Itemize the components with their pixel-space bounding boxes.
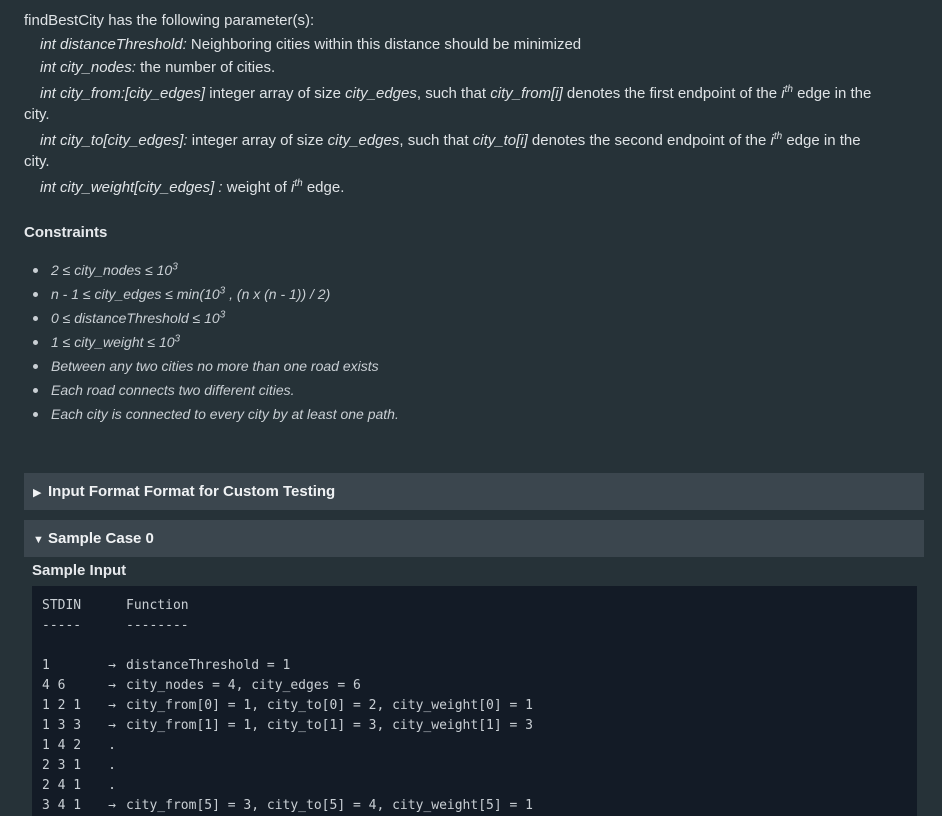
sample-case-toggle[interactable]: ▼ Sample Case 0 xyxy=(24,520,924,557)
arrow-icon: → xyxy=(108,698,116,713)
constraint-item: n - 1 ≤ city_edges ≤ min(103 , (n x (n -… xyxy=(24,282,399,306)
arrow-icon: → xyxy=(108,798,116,813)
arrow-icon: → xyxy=(108,718,116,733)
constraint-item: Each road connects two different cities. xyxy=(24,378,399,402)
param-city-weight: int city_weight[city_edges] : weight of … xyxy=(40,178,345,197)
arrow-icon: → xyxy=(108,658,116,673)
stdin-value: 2 4 1 xyxy=(42,778,82,793)
constraints-heading: Constraints xyxy=(24,224,108,241)
constraint-item: Each city is connected to every city by … xyxy=(24,402,399,426)
constraint-item: 2 ≤ city_nodes ≤ 103 xyxy=(24,258,399,282)
params-intro: findBestCity has the following parameter… xyxy=(24,12,315,29)
triangle-down-icon: ▼ xyxy=(33,534,44,546)
function-annotation: distanceThreshold = 1 xyxy=(126,658,291,673)
function-annotation: city_from[5] = 3, city_to[5] = 4, city_w… xyxy=(126,798,533,813)
param-city-to-wrap: city. xyxy=(24,153,50,170)
triangle-right-icon: ▶ xyxy=(33,487,42,499)
stdin-value: 3 4 1 xyxy=(42,798,82,813)
stdin-value: 1 xyxy=(42,658,50,673)
param-distance-threshold: int distanceThreshold: Neighboring citie… xyxy=(40,36,582,53)
input-format-toggle[interactable]: ▶ Input Format Format for Custom Testing xyxy=(24,473,924,510)
function-annotation: city_from[1] = 1, city_to[1] = 3, city_w… xyxy=(126,718,533,733)
input-format-label: Input Format Format for Custom Testing xyxy=(48,483,336,500)
stdin-value: 4 6 xyxy=(42,678,66,693)
arrow-icon: . xyxy=(108,738,116,753)
param-city-from: int city_from:[city_edges] integer array… xyxy=(40,84,872,103)
arrow-icon: . xyxy=(108,778,116,793)
function-annotation: Function xyxy=(126,598,189,613)
function-annotation: -------- xyxy=(126,618,189,633)
stdin-value: STDIN xyxy=(42,598,82,613)
stdin-value: ----- xyxy=(42,618,82,633)
sample-input-title: Sample Input xyxy=(32,562,127,579)
stdin-value: 2 3 1 xyxy=(42,758,82,773)
param-city-from-wrap: city. xyxy=(24,106,50,123)
function-annotation: city_from[0] = 1, city_to[0] = 2, city_w… xyxy=(126,698,533,713)
function-annotation: city_nodes = 4, city_edges = 6 xyxy=(126,678,361,693)
constraints-list: 2 ≤ city_nodes ≤ 103 n - 1 ≤ city_edges … xyxy=(24,258,399,426)
sample-input-code[interactable]: STDIN Function ----- -------- 1 → distanceThre… xyxy=(32,586,917,816)
arrow-icon: → xyxy=(108,678,116,693)
param-city-nodes: int city_nodes: the number of cities. xyxy=(40,59,276,76)
stdin-value: 1 4 2 xyxy=(42,738,82,753)
param-city-to: int city_to[city_edges]: integer array o… xyxy=(40,131,861,150)
constraint-item: 0 ≤ distanceThreshold ≤ 103 xyxy=(24,306,399,330)
stdin-value: 1 2 1 xyxy=(42,698,82,713)
stdin-value: 1 3 3 xyxy=(42,718,82,733)
constraint-item: Between any two cities no more than one … xyxy=(24,354,399,378)
sample-case-label: Sample Case 0 xyxy=(48,530,154,547)
constraint-item: 1 ≤ city_weight ≤ 103 xyxy=(24,330,399,354)
arrow-icon: . xyxy=(108,758,116,773)
